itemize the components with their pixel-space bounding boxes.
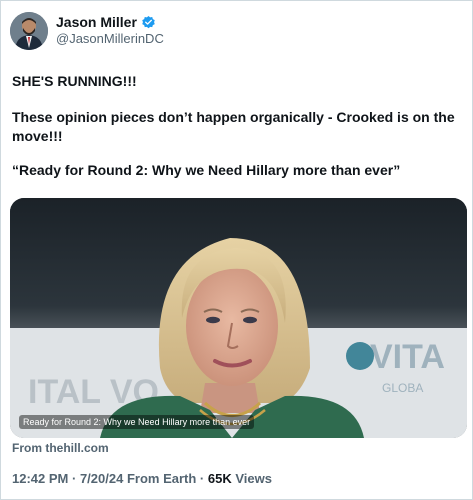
link-card-caption: Ready for Round 2: Why we Need Hillary m… [19,415,255,429]
meta-separator: · [72,471,80,486]
verified-badge-icon [141,15,156,30]
avatar[interactable] [10,12,48,50]
author-name[interactable]: Jason Miller [56,14,137,30]
tweet-meta: 12:42 PM · 7/20/24 From Earth · 65K View… [12,471,272,486]
link-card-image[interactable]: ITAL VO VITA GLOBA Ready for Round 2: Wh… [10,198,467,438]
views-count[interactable]: 65K [208,471,232,486]
views-label: Views [235,471,272,486]
background-sign-subtext: GLOBA [382,381,423,395]
tweet-date[interactable]: 7/20/24 [80,471,123,486]
author-handle[interactable]: @JasonMillerinDC [56,31,164,46]
background-sign-text-right: VITA [370,338,445,376]
author-row: Jason Miller [56,14,156,30]
tweet-text-line-3: move!!! [12,128,63,144]
tweet-time[interactable]: 12:42 PM [12,471,68,486]
tweet-quote-line: “Ready for Round 2: Why we Need Hillary … [12,162,401,178]
tweet-text-line-2: These opinion pieces don’t happen organi… [12,109,455,125]
tweet-card: Jason Miller @JasonMillerinDC SHE'S RUNN… [0,0,473,500]
tweet-text-line-1: SHE'S RUNNING!!! [12,73,137,89]
meta-separator: · [199,471,208,486]
tweet-location: From Earth [126,471,197,486]
link-source[interactable]: From thehill.com [12,441,109,455]
